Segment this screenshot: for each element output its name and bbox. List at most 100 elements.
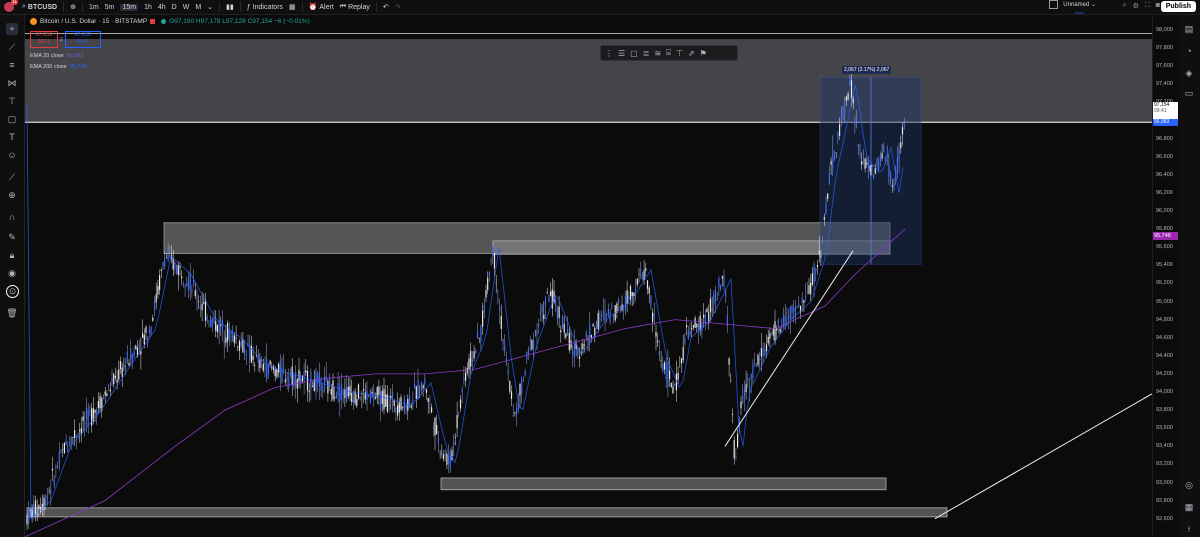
candle-body <box>65 440 67 445</box>
magnet-icon[interactable]: ∩ <box>6 211 18 223</box>
ema200-legend[interactable]: EMA 200 close 95,748 <box>30 64 87 70</box>
candle-body <box>585 332 587 338</box>
compare-icon[interactable]: ⊕ <box>70 3 76 11</box>
fib-tool-icon[interactable]: ⌸ <box>666 48 671 58</box>
quick-search-icon[interactable]: ⌕ <box>1123 2 1127 10</box>
candle-body <box>650 295 652 307</box>
indicators-button[interactable]: Indicators <box>253 4 283 11</box>
chart-type-icon[interactable]: ▮▮ <box>226 3 234 11</box>
resistance-zone <box>25 39 1152 123</box>
timeframe-5m[interactable]: 5m <box>105 4 115 11</box>
candle-body <box>611 305 613 308</box>
undo-icon[interactable]: ↶ <box>383 3 389 11</box>
channel-icon[interactable]: ≋ <box>654 49 661 58</box>
demand-zone <box>440 477 887 491</box>
price-tick: 95,600 <box>1156 244 1173 251</box>
trash-icon[interactable]: 🗑︎ <box>6 307 18 319</box>
candle-body <box>157 285 159 295</box>
timeframe-4h[interactable]: 4h <box>158 4 166 11</box>
target-icon[interactable]: ◎ <box>1183 479 1195 491</box>
zoom-icon[interactable]: ⊕ <box>6 189 18 201</box>
fullscreen-icon[interactable]: ⛶ <box>1145 2 1150 10</box>
arrow-icon[interactable]: ⇗ <box>688 49 695 58</box>
timeframe-m[interactable]: M <box>195 4 201 11</box>
visibility-toggle-icon[interactable]: ⊙ <box>6 285 19 298</box>
candle-body <box>46 495 48 499</box>
flag-icon[interactable]: ⚑ <box>700 49 707 58</box>
text-icon[interactable]: T <box>6 131 18 143</box>
templates-icon[interactable]: ▦ <box>289 3 296 11</box>
indicators-icon[interactable]: ƒ <box>247 4 251 11</box>
trade-buttons: 97,150 SELL 2 97,152 BUY <box>30 31 101 48</box>
replay-button[interactable]: Replay <box>348 4 370 11</box>
candle-body <box>476 331 479 339</box>
candle-body <box>728 358 730 365</box>
timeframe-w[interactable]: W <box>183 4 190 11</box>
alert-icon[interactable]: ⏰ <box>309 3 318 11</box>
candle-body <box>706 308 708 313</box>
crosshair-icon[interactable]: + <box>6 23 18 35</box>
line-style-icon[interactable]: ☰ <box>618 49 625 58</box>
candle-body <box>419 396 421 398</box>
candle-body <box>845 96 847 101</box>
help-icon[interactable]: ⟊ <box>1183 523 1195 535</box>
timeframe-d[interactable]: D <box>172 4 177 11</box>
candle-body <box>162 262 164 267</box>
candle-body <box>499 307 501 311</box>
timeframe-dropdown-icon[interactable]: ⌄ <box>207 3 213 11</box>
candle-body <box>116 379 118 383</box>
candle-body <box>541 305 543 312</box>
rectangle-icon[interactable]: ▢ <box>630 49 638 58</box>
candle-body <box>808 285 810 294</box>
sell-button[interactable]: 97,150 SELL <box>30 31 58 48</box>
redo-icon[interactable]: ↷ <box>395 3 401 11</box>
measure-label: 2,067 (2.17%) 2,067 <box>842 66 892 74</box>
calendar-icon[interactable]: ▦ <box>1183 501 1195 513</box>
text-align-icon[interactable]: ≣ <box>643 49 650 58</box>
lock-icon[interactable]: 🔒︎ <box>6 249 18 261</box>
ema20-legend[interactable]: EMA 20 close 96,983 <box>30 53 83 59</box>
trend-line-icon[interactable]: ⟋ <box>6 41 18 53</box>
alerts-icon[interactable]: ◔ <box>1183 45 1195 57</box>
candle-body <box>599 318 601 320</box>
buy-button[interactable]: 97,152 BUY <box>64 31 101 48</box>
lock-drawing-icon[interactable]: ✎ <box>6 231 18 243</box>
measure-icon[interactable]: ⊤ <box>676 49 683 58</box>
candle-body <box>198 301 200 303</box>
projection-icon[interactable]: ⊤ <box>6 95 18 107</box>
chat-icon[interactable]: ▭ <box>1183 87 1195 99</box>
ohlc-values: O97,160 H97,178 L97,128 C97,154 −6 (−0.0… <box>169 18 310 25</box>
fib-icon[interactable]: ≡ <box>6 59 18 71</box>
replay-icon[interactable]: ⏮ <box>340 3 346 11</box>
drag-handle-icon[interactable]: ⋮ <box>605 49 613 58</box>
timeframe-15m[interactable]: 15m <box>120 3 139 11</box>
avatar[interactable]: 11 <box>4 0 18 12</box>
candle-body <box>245 358 247 359</box>
candle-body <box>771 332 773 334</box>
candle-body <box>252 355 254 361</box>
price-tick: 96,000 <box>1156 208 1173 214</box>
publish-button[interactable]: Publish <box>1160 1 1196 12</box>
timeframe-1m[interactable]: 1m <box>89 4 99 11</box>
watchlist-icon[interactable]: ▤ <box>1183 23 1195 35</box>
settings-icon[interactable]: ⚙ <box>1133 2 1139 10</box>
candle-body <box>560 330 562 333</box>
alert-button[interactable]: Alert <box>319 4 333 11</box>
pattern-icon[interactable]: ⋈ <box>6 77 18 89</box>
emoji-icon[interactable]: ☺ <box>6 149 18 161</box>
brush-icon[interactable]: ▢ <box>6 113 18 125</box>
eye-icon[interactable]: ◉ <box>6 267 18 279</box>
layers-icon[interactable]: ◈ <box>1183 67 1195 79</box>
candle-body <box>703 314 705 318</box>
candle-body <box>125 365 127 369</box>
camera-icon[interactable]: ◙ <box>1156 2 1160 10</box>
ruler-icon[interactable]: ⟋ <box>6 171 18 183</box>
search-icon[interactable]: ⌕ <box>22 3 26 11</box>
candle-body <box>854 118 856 126</box>
timeframe-1h[interactable]: 1h <box>144 4 152 11</box>
candle-body <box>592 324 594 327</box>
symbol-search-button[interactable]: BTCUSD <box>28 4 57 11</box>
price-chart[interactable] <box>25 15 1152 537</box>
price-axis[interactable]: 98,00097,80097,60097,40097,20097,00096,8… <box>1152 15 1179 537</box>
candle-body <box>357 384 360 399</box>
